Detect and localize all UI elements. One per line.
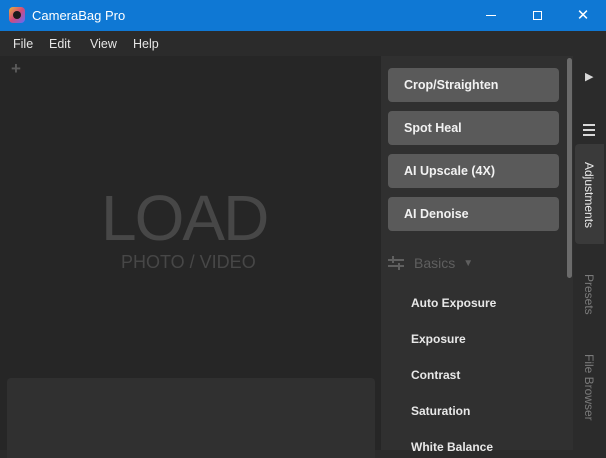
maximize-button[interactable] — [514, 0, 560, 31]
sliders-icon — [388, 256, 404, 270]
plus-icon[interactable]: + — [11, 59, 21, 79]
menu-edit[interactable]: Edit — [49, 37, 71, 51]
filmstrip-panel — [7, 378, 375, 458]
spot-heal-button[interactable]: Spot Heal — [388, 111, 559, 145]
play-arrow-icon[interactable]: ▶ — [585, 70, 593, 83]
ai-denoise-button[interactable]: AI Denoise — [388, 197, 559, 231]
ai-upscale-button[interactable]: AI Upscale (4X) — [388, 154, 559, 188]
hamburger-icon[interactable] — [583, 124, 595, 139]
tab-file-browser[interactable]: File Browser — [582, 354, 596, 421]
caret-down-icon: ▼ — [463, 257, 474, 269]
adjustment-exposure[interactable]: Exposure — [411, 332, 466, 346]
crop-straighten-button[interactable]: Crop/Straighten — [388, 68, 559, 102]
adjustment-white-balance[interactable]: White Balance — [411, 440, 493, 454]
menu-help[interactable]: Help — [133, 37, 159, 51]
photo-canvas[interactable]: + LOAD PHOTO / VIDEO — [0, 56, 381, 458]
adjustments-panel: Crop/Straighten Spot Heal AI Upscale (4X… — [381, 56, 566, 454]
panel-scrollbar[interactable] — [566, 56, 573, 450]
side-tab-bar: ▶ Adjustments Presets File Browser — [573, 56, 606, 450]
title-bar: CameraBag Pro ✕ — [0, 0, 606, 31]
load-subtitle[interactable]: PHOTO / VIDEO — [121, 253, 256, 271]
camerabag-logo-icon — [9, 7, 25, 23]
menu-bar: File Edit View Help — [0, 31, 606, 56]
scrollbar-thumb[interactable] — [567, 58, 572, 278]
close-icon: ✕ — [576, 7, 590, 24]
adjustment-saturation[interactable]: Saturation — [411, 404, 470, 418]
menu-file[interactable]: File — [13, 37, 33, 51]
minimize-button[interactable] — [468, 0, 514, 31]
basics-section-title: Basics — [414, 255, 456, 271]
close-button[interactable]: ✕ — [560, 0, 606, 31]
basics-section-header[interactable]: Basics ▼ — [388, 251, 559, 275]
minimize-icon — [486, 15, 496, 16]
adjustment-contrast[interactable]: Contrast — [411, 368, 460, 382]
load-title[interactable]: LOAD — [101, 186, 269, 250]
menu-view[interactable]: View — [90, 37, 117, 51]
maximize-icon — [532, 11, 542, 20]
tab-presets[interactable]: Presets — [582, 274, 596, 315]
adjustment-auto-exposure[interactable]: Auto Exposure — [411, 296, 496, 310]
tab-adjustments[interactable]: Adjustments — [582, 162, 596, 228]
window-title: CameraBag Pro — [32, 8, 126, 23]
